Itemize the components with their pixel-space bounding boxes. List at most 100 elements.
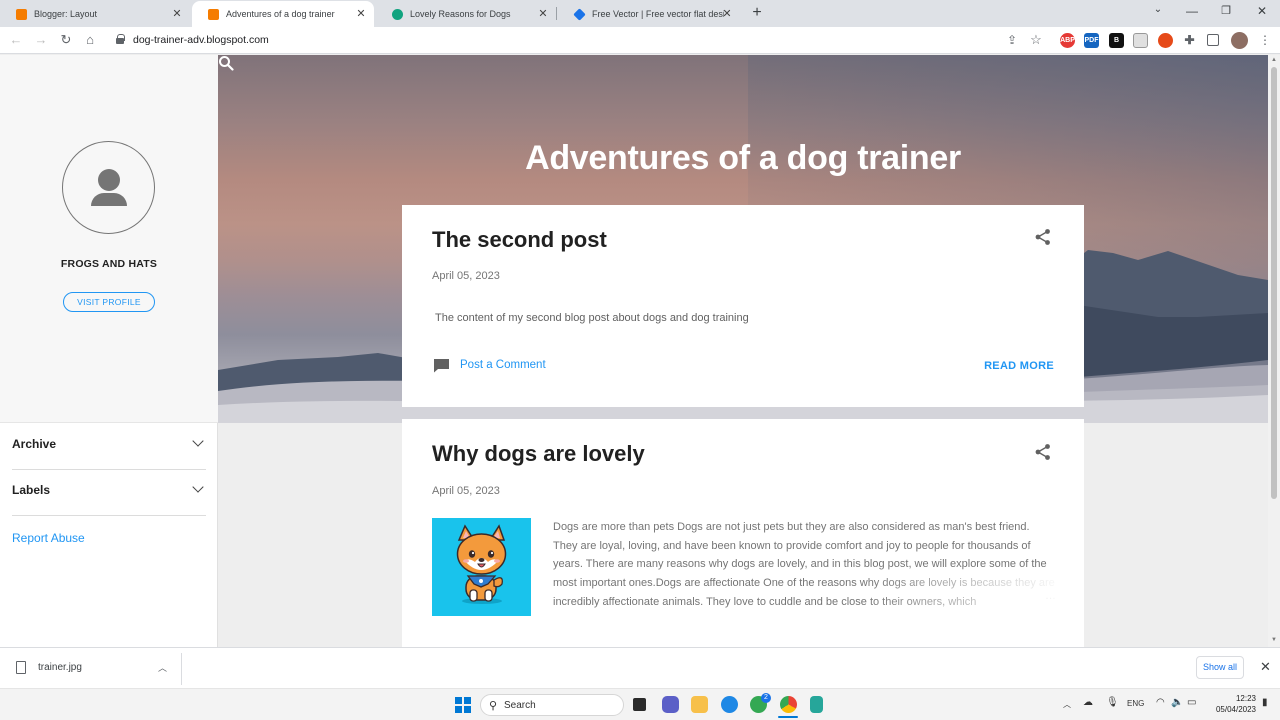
puzzle-extensions-icon[interactable]: ✚ <box>1182 33 1197 48</box>
blogger-icon <box>208 8 219 20</box>
reload-button[interactable]: ↻ <box>58 32 74 48</box>
post-snippet: The content of my second blog post about… <box>435 312 749 324</box>
report-abuse-link[interactable]: Report Abuse <box>12 531 85 545</box>
new-tab-button[interactable]: + <box>748 4 766 22</box>
system-clock[interactable]: 12:23 05/04/2023 <box>1204 693 1256 715</box>
post-title[interactable]: The second post <box>432 227 607 253</box>
download-divider <box>181 653 182 685</box>
chevron-up-icon[interactable]: ︿ <box>158 661 167 674</box>
address-bar[interactable]: dog-trainer-adv.blogspot.com <box>133 34 269 46</box>
edge-cloud-icon[interactable] <box>721 696 738 713</box>
battery-icon[interactable]: ▭ <box>1187 697 1196 708</box>
chatgpt-icon <box>392 8 403 20</box>
archive-widget[interactable]: Archive <box>12 423 206 470</box>
onedrive-cloud-icon[interactable]: ☁ <box>1083 697 1093 708</box>
tab-title: Blogger: Layout <box>34 9 98 19</box>
bookmark-star-icon[interactable]: ☆ <box>1028 32 1044 48</box>
share-icon[interactable] <box>1034 228 1052 246</box>
chevron-up-icon[interactable]: ︿ <box>1063 699 1071 710</box>
file-icon <box>16 661 26 674</box>
restore-button[interactable]: ❐ <box>1216 4 1236 17</box>
blogger-icon <box>16 8 27 20</box>
back-button[interactable]: ← <box>8 32 24 48</box>
language-indicator[interactable]: ENG <box>1127 699 1144 708</box>
corgi-illustration <box>456 524 507 604</box>
teams-chat-icon[interactable] <box>662 696 679 713</box>
minimize-button[interactable]: — <box>1182 4 1202 18</box>
task-view-icon[interactable] <box>633 698 646 711</box>
profile-section: FROGS AND HATS VISIT PROFILE <box>0 55 218 423</box>
download-bar: trainer.jpg ︿ Show all ✕ <box>0 647 1280 688</box>
chevron-down-icon[interactable] <box>192 435 204 447</box>
browser-toolbar: ← → ↻ ⌂ dog-trainer-adv.blogspot.com ⇪ ☆… <box>0 27 1280 54</box>
side-panel-icon[interactable] <box>1207 34 1219 46</box>
taskbar-search[interactable]: ⚲ Search <box>480 694 624 716</box>
close-icon[interactable]: ✕ <box>170 7 184 21</box>
window-close-button[interactable]: ✕ <box>1252 4 1272 18</box>
visit-profile-button[interactable]: VISIT PROFILE <box>63 292 155 312</box>
close-icon[interactable]: ✕ <box>354 7 368 21</box>
wifi-icon[interactable]: ◠ <box>1156 697 1165 708</box>
tab-title: Free Vector | Free vector flat design <box>592 9 724 19</box>
adblock-icon[interactable]: ABP <box>1060 33 1075 48</box>
post-thumbnail-image[interactable] <box>432 518 531 616</box>
web-page: FROGS AND HATS VISIT PROFILE Archive Lab… <box>0 55 1268 647</box>
forward-button[interactable]: → <box>33 32 49 48</box>
chrome-icon[interactable] <box>780 696 797 713</box>
lock-icon[interactable] <box>116 34 125 44</box>
labels-widget[interactable]: Labels <box>12 469 206 516</box>
labels-label: Labels <box>12 483 51 497</box>
notification-badge: 2 <box>761 693 771 703</box>
notification-bell-icon[interactable]: ▮ <box>1262 697 1274 711</box>
windows-taskbar: ⚲ Search 2 ︿ ☁ 🎙 ENG ◠ 🔈 ▭ 12:23 05/04/2… <box>0 688 1280 720</box>
scroll-down-arrow[interactable]: ▼ <box>1270 637 1278 643</box>
home-button[interactable]: ⌂ <box>82 32 98 48</box>
sidebar: FROGS AND HATS VISIT PROFILE Archive Lab… <box>0 55 218 647</box>
read-more-link[interactable]: READ MORE <box>984 360 1054 372</box>
b-extension-icon[interactable]: B <box>1109 33 1124 48</box>
taskbar-search-label: Search <box>504 700 536 711</box>
scrollbar-thumb[interactable] <box>1271 67 1277 499</box>
more-menu-icon[interactable]: ⋮ <box>1257 32 1273 48</box>
share-icon[interactable] <box>1034 443 1052 461</box>
tab-free-vector[interactable]: Free Vector | Free vector flat design ✕ <box>558 1 740 27</box>
snippet-ellipsis: … <box>1045 590 1056 602</box>
profile-avatar[interactable] <box>62 141 155 234</box>
freepik-icon <box>573 7 586 21</box>
blog-title[interactable]: Adventures of a dog trainer <box>218 139 1268 178</box>
tab-blogger-layout[interactable]: Blogger: Layout ✕ <box>0 1 190 27</box>
close-icon[interactable]: ✕ <box>720 7 734 21</box>
tab-title: Adventures of a dog trainer <box>226 9 335 19</box>
share-page-icon[interactable]: ⇪ <box>1004 32 1020 48</box>
close-download-bar-icon[interactable]: ✕ <box>1260 659 1271 675</box>
file-explorer-icon[interactable] <box>691 696 708 713</box>
notepad-icon[interactable] <box>810 696 823 713</box>
download-file-name[interactable]: trainer.jpg <box>38 662 82 673</box>
chevron-down-icon[interactable] <box>192 481 204 493</box>
scroll-up-arrow[interactable]: ▲ <box>1270 57 1278 63</box>
person-icon <box>98 169 120 191</box>
pdf-extension-icon[interactable]: PDF <box>1084 33 1099 48</box>
tab-adventures[interactable]: Adventures of a dog trainer ✕ <box>192 1 374 27</box>
show-all-button[interactable]: Show all <box>1196 656 1244 679</box>
post-comment-link[interactable]: Post a Comment <box>460 359 546 371</box>
account-avatar[interactable] <box>1231 32 1248 49</box>
post-title[interactable]: Why dogs are lovely <box>432 441 645 467</box>
megaphone-extension-icon[interactable] <box>1158 33 1173 48</box>
tab-search-icon[interactable]: ⌄ <box>1148 4 1168 15</box>
screenshot-extension-icon[interactable] <box>1133 33 1148 48</box>
search-icon[interactable] <box>218 55 234 71</box>
microphone-icon[interactable]: 🎙 <box>1106 697 1119 708</box>
search-icon: ⚲ <box>489 700 498 712</box>
post-date[interactable]: April 05, 2023 <box>432 485 500 497</box>
comment-icon[interactable] <box>433 358 450 373</box>
person-icon-body <box>91 193 127 206</box>
post-date[interactable]: April 05, 2023 <box>432 270 500 282</box>
volume-icon[interactable]: 🔈 <box>1171 697 1183 708</box>
tab-lovely-reasons[interactable]: Lovely Reasons for Dogs ✕ <box>376 1 556 27</box>
windows-start-icon[interactable] <box>455 697 471 713</box>
page-scrollbar[interactable]: ▲ ▼ <box>1268 55 1280 647</box>
close-icon[interactable]: ✕ <box>536 7 550 21</box>
clock-date: 05/04/2023 <box>1215 705 1256 714</box>
clock-time: 12:23 <box>1235 694 1256 703</box>
